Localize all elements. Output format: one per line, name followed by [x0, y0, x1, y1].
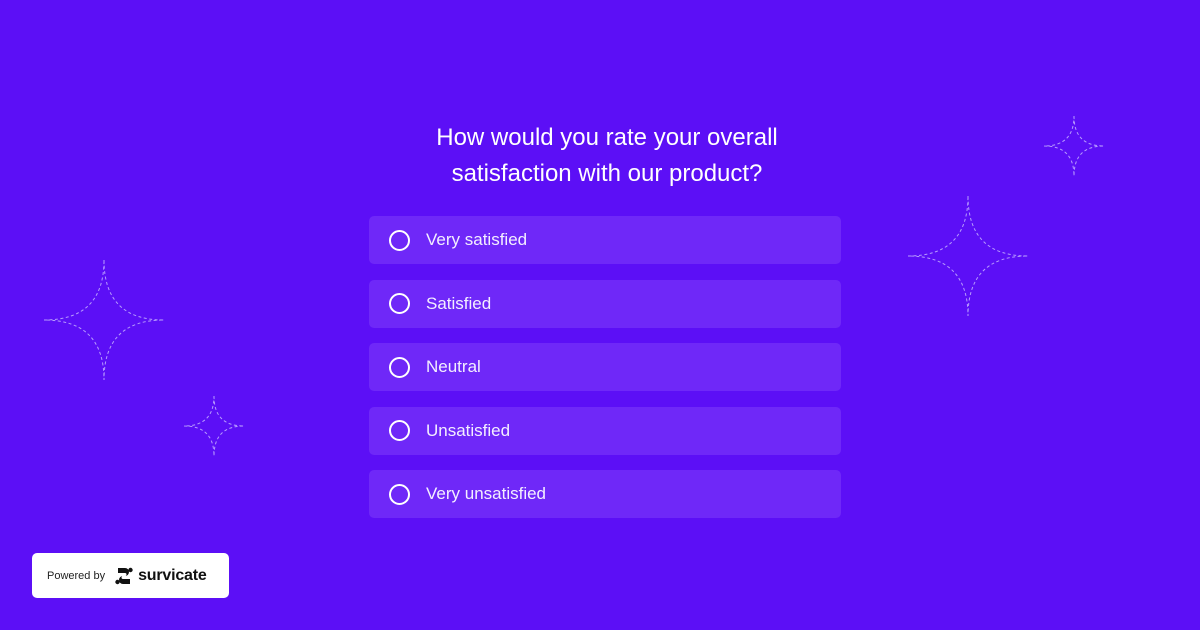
radio-button[interactable] — [389, 356, 410, 378]
sparkle-icon — [183, 395, 245, 457]
sparkle-icon — [43, 259, 165, 381]
powered-by-badge[interactable]: Powered by survicate — [32, 553, 229, 598]
answer-options: Very satisfied Satisfied Neutral Unsatis… — [369, 216, 841, 534]
option-unsatisfied[interactable]: Unsatisfied — [369, 406, 841, 455]
radio-button[interactable] — [389, 483, 410, 505]
option-label: Very unsatisfied — [426, 484, 547, 503]
option-label: Neutral — [426, 357, 481, 376]
survicate-logo-icon — [115, 567, 133, 584]
radio-button[interactable] — [389, 420, 410, 441]
survicate-brand-name: survicate — [138, 566, 207, 584]
option-label: Satisfied — [426, 293, 492, 313]
option-label: Unsatisfied — [426, 420, 511, 440]
sparkle-icon — [1043, 115, 1105, 177]
option-neutral[interactable]: Neutral — [369, 343, 841, 391]
option-very-unsatisfied[interactable]: Very unsatisfied — [369, 470, 841, 518]
option-satisfied[interactable]: Satisfied — [369, 279, 841, 328]
radio-button[interactable] — [389, 293, 410, 314]
powered-by-text: Powered by — [47, 569, 106, 582]
question-line-1: How would you rate your overall — [436, 124, 778, 151]
survey-question: How would you rate your overall satisfac… — [350, 120, 864, 192]
question-line-2: satisfaction with our product? — [451, 160, 763, 187]
sparkle-icon — [907, 195, 1029, 317]
option-very-satisfied[interactable]: Very satisfied — [369, 216, 841, 264]
radio-button[interactable] — [389, 229, 410, 251]
option-label: Very satisfied — [426, 230, 528, 249]
